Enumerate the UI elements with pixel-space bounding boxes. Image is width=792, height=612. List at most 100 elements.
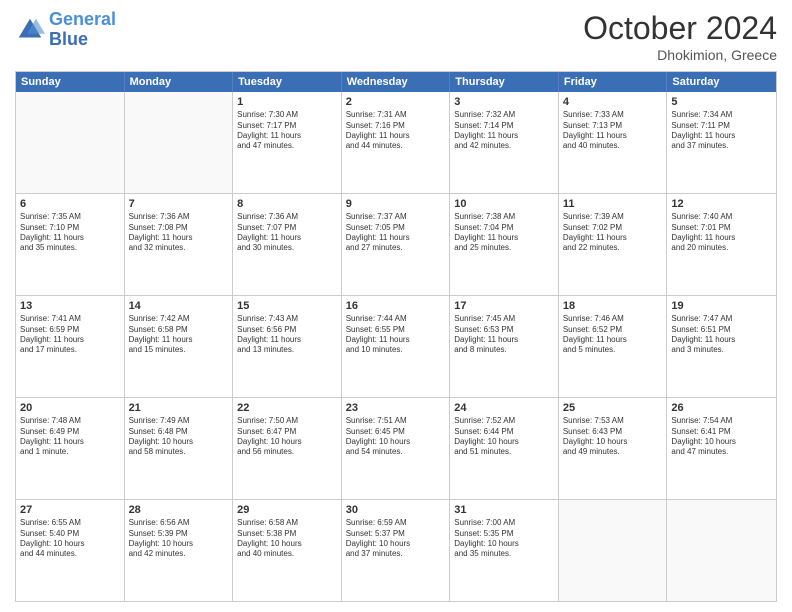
day-number: 18 [563, 299, 663, 313]
day-cell: 29Sunrise: 6:58 AMSunset: 5:38 PMDayligh… [233, 500, 342, 601]
sunrise-text: Sunrise: 6:55 AM [20, 518, 120, 528]
sunset-text: Sunset: 5:39 PM [129, 529, 229, 539]
sunrise-text: Sunrise: 7:31 AM [346, 110, 446, 120]
day-number: 7 [129, 197, 229, 211]
day-cell: 17Sunrise: 7:45 AMSunset: 6:53 PMDayligh… [450, 296, 559, 397]
calendar-row: 13Sunrise: 7:41 AMSunset: 6:59 PMDayligh… [16, 295, 776, 397]
sunrise-text: Sunrise: 7:42 AM [129, 314, 229, 324]
daylight-minutes-text: and 49 minutes. [563, 447, 663, 457]
day-number: 22 [237, 401, 337, 415]
daylight-text: Daylight: 11 hours [454, 233, 554, 243]
day-cell: 20Sunrise: 7:48 AMSunset: 6:49 PMDayligh… [16, 398, 125, 499]
sunset-text: Sunset: 6:59 PM [20, 325, 120, 335]
day-cell: 13Sunrise: 7:41 AMSunset: 6:59 PMDayligh… [16, 296, 125, 397]
daylight-minutes-text: and 37 minutes. [671, 141, 772, 151]
daylight-text: Daylight: 11 hours [20, 233, 120, 243]
sunset-text: Sunset: 6:56 PM [237, 325, 337, 335]
daylight-minutes-text: and 8 minutes. [454, 345, 554, 355]
sunset-text: Sunset: 6:51 PM [671, 325, 772, 335]
daylight-text: Daylight: 11 hours [237, 131, 337, 141]
day-cell: 9Sunrise: 7:37 AMSunset: 7:05 PMDaylight… [342, 194, 451, 295]
sunset-text: Sunset: 6:49 PM [20, 427, 120, 437]
daylight-minutes-text: and 54 minutes. [346, 447, 446, 457]
daylight-minutes-text: and 20 minutes. [671, 243, 772, 253]
daylight-minutes-text: and 42 minutes. [129, 549, 229, 559]
daylight-text: Daylight: 10 hours [346, 539, 446, 549]
day-number: 29 [237, 503, 337, 517]
day-cell: 12Sunrise: 7:40 AMSunset: 7:01 PMDayligh… [667, 194, 776, 295]
calendar-header: SundayMondayTuesdayWednesdayThursdayFrid… [16, 72, 776, 92]
daylight-text: Daylight: 11 hours [346, 131, 446, 141]
sunset-text: Sunset: 7:11 PM [671, 121, 772, 131]
day-number: 20 [20, 401, 120, 415]
day-cell: 10Sunrise: 7:38 AMSunset: 7:04 PMDayligh… [450, 194, 559, 295]
daylight-text: Daylight: 10 hours [346, 437, 446, 447]
day-number: 31 [454, 503, 554, 517]
daylight-minutes-text: and 27 minutes. [346, 243, 446, 253]
sunrise-text: Sunrise: 7:51 AM [346, 416, 446, 426]
sunrise-text: Sunrise: 7:53 AM [563, 416, 663, 426]
sunrise-text: Sunrise: 7:32 AM [454, 110, 554, 120]
daylight-text: Daylight: 11 hours [20, 335, 120, 345]
day-number: 12 [671, 197, 772, 211]
day-cell: 8Sunrise: 7:36 AMSunset: 7:07 PMDaylight… [233, 194, 342, 295]
day-number: 23 [346, 401, 446, 415]
day-cell: 25Sunrise: 7:53 AMSunset: 6:43 PMDayligh… [559, 398, 668, 499]
page: General Blue October 2024 Dhokimion, Gre… [0, 0, 792, 612]
logo-text: General Blue [49, 10, 116, 50]
daylight-text: Daylight: 11 hours [671, 233, 772, 243]
daylight-minutes-text: and 35 minutes. [20, 243, 120, 253]
day-cell: 30Sunrise: 6:59 AMSunset: 5:37 PMDayligh… [342, 500, 451, 601]
sunrise-text: Sunrise: 7:44 AM [346, 314, 446, 324]
day-number: 10 [454, 197, 554, 211]
sunset-text: Sunset: 7:13 PM [563, 121, 663, 131]
daylight-minutes-text: and 47 minutes. [671, 447, 772, 457]
day-cell: 1Sunrise: 7:30 AMSunset: 7:17 PMDaylight… [233, 92, 342, 193]
weekday-header: Monday [125, 72, 234, 92]
sunset-text: Sunset: 6:47 PM [237, 427, 337, 437]
sunset-text: Sunset: 5:40 PM [20, 529, 120, 539]
sunset-text: Sunset: 6:45 PM [346, 427, 446, 437]
calendar-row: 27Sunrise: 6:55 AMSunset: 5:40 PMDayligh… [16, 499, 776, 601]
sunrise-text: Sunrise: 7:54 AM [671, 416, 772, 426]
day-cell: 6Sunrise: 7:35 AMSunset: 7:10 PMDaylight… [16, 194, 125, 295]
empty-cell [667, 500, 776, 601]
day-cell: 14Sunrise: 7:42 AMSunset: 6:58 PMDayligh… [125, 296, 234, 397]
sunset-text: Sunset: 5:35 PM [454, 529, 554, 539]
sunset-text: Sunset: 7:07 PM [237, 223, 337, 233]
empty-cell [559, 500, 668, 601]
sunrise-text: Sunrise: 7:41 AM [20, 314, 120, 324]
day-cell: 19Sunrise: 7:47 AMSunset: 6:51 PMDayligh… [667, 296, 776, 397]
logo: General Blue [15, 10, 116, 50]
daylight-minutes-text: and 42 minutes. [454, 141, 554, 151]
day-cell: 7Sunrise: 7:36 AMSunset: 7:08 PMDaylight… [125, 194, 234, 295]
day-number: 15 [237, 299, 337, 313]
sunrise-text: Sunrise: 7:38 AM [454, 212, 554, 222]
day-number: 16 [346, 299, 446, 313]
day-number: 3 [454, 95, 554, 109]
daylight-text: Daylight: 10 hours [237, 437, 337, 447]
daylight-minutes-text: and 17 minutes. [20, 345, 120, 355]
sunrise-text: Sunrise: 6:56 AM [129, 518, 229, 528]
daylight-text: Daylight: 11 hours [129, 335, 229, 345]
daylight-minutes-text: and 44 minutes. [20, 549, 120, 559]
day-cell: 21Sunrise: 7:49 AMSunset: 6:48 PMDayligh… [125, 398, 234, 499]
daylight-text: Daylight: 11 hours [20, 437, 120, 447]
daylight-minutes-text: and 37 minutes. [346, 549, 446, 559]
sunrise-text: Sunrise: 7:00 AM [454, 518, 554, 528]
daylight-minutes-text: and 5 minutes. [563, 345, 663, 355]
day-cell: 5Sunrise: 7:34 AMSunset: 7:11 PMDaylight… [667, 92, 776, 193]
daylight-minutes-text: and 3 minutes. [671, 345, 772, 355]
sunset-text: Sunset: 6:58 PM [129, 325, 229, 335]
sunset-text: Sunset: 7:08 PM [129, 223, 229, 233]
daylight-minutes-text: and 58 minutes. [129, 447, 229, 457]
day-number: 19 [671, 299, 772, 313]
sunrise-text: Sunrise: 7:36 AM [129, 212, 229, 222]
day-number: 24 [454, 401, 554, 415]
sunset-text: Sunset: 6:44 PM [454, 427, 554, 437]
sunset-text: Sunset: 7:05 PM [346, 223, 446, 233]
daylight-minutes-text: and 22 minutes. [563, 243, 663, 253]
daylight-text: Daylight: 11 hours [129, 233, 229, 243]
sunrise-text: Sunrise: 7:37 AM [346, 212, 446, 222]
calendar-row: 1Sunrise: 7:30 AMSunset: 7:17 PMDaylight… [16, 92, 776, 193]
